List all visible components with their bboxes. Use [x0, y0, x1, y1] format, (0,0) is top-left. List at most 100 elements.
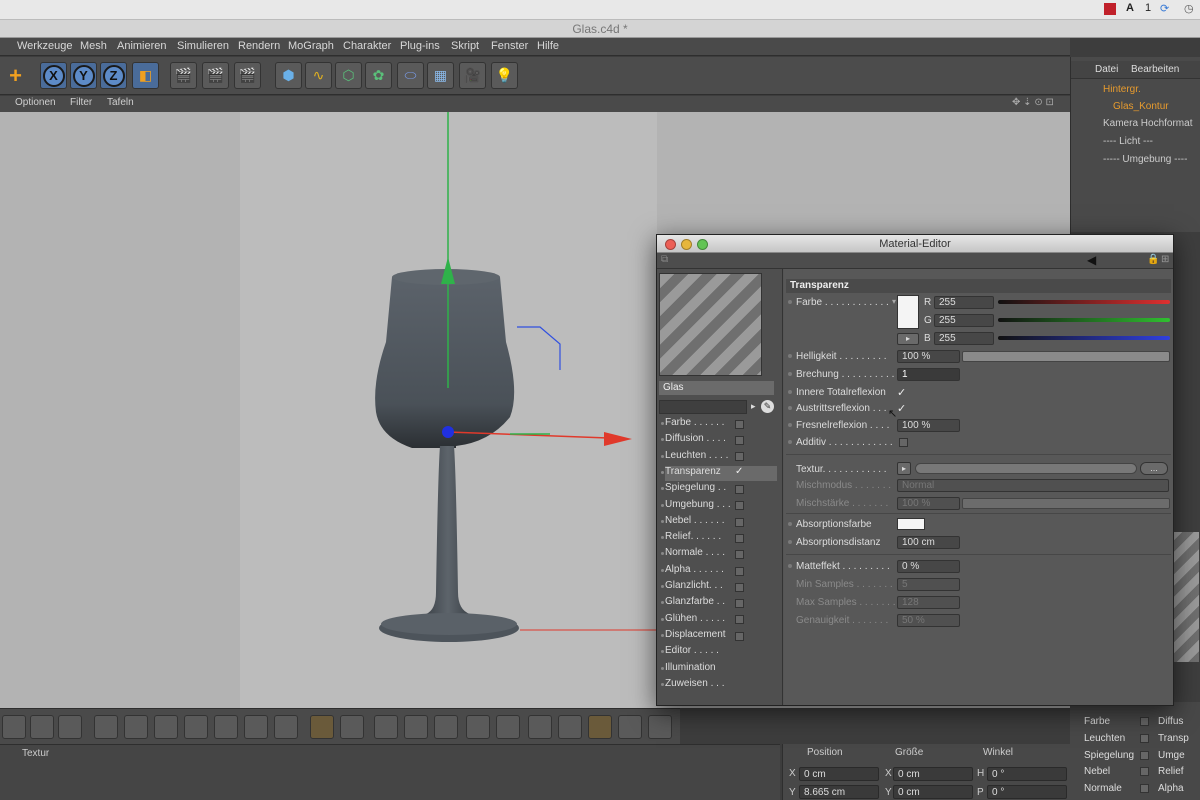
- size-y-field[interactable]: 0 cm: [893, 785, 973, 799]
- material-preview-thumbnail[interactable]: [1171, 532, 1199, 662]
- innere-totalreflexion-checkbox[interactable]: ✓: [897, 386, 906, 399]
- channel-item[interactable]: Illumination: [661, 662, 777, 677]
- position-x-field[interactable]: 0 cm: [799, 767, 879, 781]
- expand-arrow-icon[interactable]: ▾: [892, 297, 896, 306]
- position-y-field[interactable]: 8.665 cm: [799, 785, 879, 799]
- viewport-menu-tafeln[interactable]: Tafeln: [107, 97, 134, 108]
- channel-item[interactable]: Displacement: [661, 629, 777, 644]
- object-row[interactable]: Kamera Hochformat: [1071, 116, 1200, 133]
- minimize-icon[interactable]: [681, 239, 692, 250]
- channel-item[interactable]: Glanzfarbe . .: [661, 596, 777, 611]
- add-point-icon[interactable]: [404, 715, 428, 739]
- frame-icon[interactable]: [434, 715, 458, 739]
- attr-channel[interactable]: Relief: [1158, 766, 1184, 777]
- align-icon[interactable]: [374, 715, 398, 739]
- object-row[interactable]: ----- Umgebung ----: [1071, 152, 1200, 169]
- back-arrow-icon[interactable]: ◀: [1087, 253, 1096, 267]
- x-axis-lock-button[interactable]: X: [40, 62, 67, 89]
- nurbs-icon[interactable]: ⬡: [335, 62, 362, 89]
- textur-path-field[interactable]: [915, 463, 1137, 474]
- object-row[interactable]: ---- Licht ---: [1071, 134, 1200, 151]
- move-tool-icon[interactable]: +: [2, 62, 29, 89]
- g-field[interactable]: 255: [934, 314, 994, 327]
- spheres-icon[interactable]: [588, 715, 612, 739]
- helligkeit-field[interactable]: 100 %: [897, 350, 960, 363]
- object-row[interactable]: Glas_Kontur: [1071, 99, 1200, 116]
- pick-icon[interactable]: ✎: [761, 400, 774, 413]
- channel-item[interactable]: Diffusion . . . .: [661, 433, 777, 448]
- array-icon[interactable]: ✿: [365, 62, 392, 89]
- knife-icon[interactable]: [496, 715, 520, 739]
- material-name-input[interactable]: [659, 400, 747, 414]
- channel-item[interactable]: Relief. . . . . .: [661, 531, 777, 546]
- menu-charakter[interactable]: Charakter: [343, 40, 391, 52]
- attr-channel[interactable]: Diffus: [1158, 716, 1183, 727]
- expand-icon[interactable]: ⊞: [1161, 254, 1169, 265]
- attr-channel[interactable]: Leuchten: [1084, 733, 1125, 744]
- material-manager-tab-textur[interactable]: Textur: [22, 748, 49, 759]
- matteffekt-field[interactable]: 0 %: [897, 560, 960, 573]
- zoom-icon[interactable]: [697, 239, 708, 250]
- farbe-color-swatch[interactable]: [897, 295, 919, 329]
- channel-item[interactable]: Leuchten . . . .: [661, 450, 777, 465]
- channel-checkbox[interactable]: [735, 533, 744, 544]
- rotation-p-field[interactable]: 0 °: [987, 785, 1067, 799]
- brechung-field[interactable]: 1: [897, 368, 960, 381]
- texture-mode-icon[interactable]: [154, 715, 178, 739]
- channel-checkbox[interactable]: [735, 484, 744, 495]
- menu-simulieren[interactable]: Simulieren: [177, 40, 229, 52]
- menu-werkzeuge[interactable]: Werkzeuge: [17, 40, 72, 52]
- close-icon[interactable]: [665, 239, 676, 250]
- render-settings-icon[interactable]: 🎬: [234, 62, 261, 89]
- y-axis-lock-button[interactable]: Y: [70, 62, 97, 89]
- render-picture-viewer-icon[interactable]: 🎬: [202, 62, 229, 89]
- channel-item[interactable]: Spiegelung . .: [661, 482, 777, 497]
- attr-channel[interactable]: Alpha: [1158, 783, 1184, 794]
- menu-hilfe[interactable]: Hilfe: [537, 40, 559, 52]
- absorptionsfarbe-swatch[interactable]: [897, 518, 925, 530]
- textur-load-button[interactable]: ▸: [897, 462, 911, 475]
- lock-icon[interactable]: 🔒: [1147, 254, 1159, 265]
- channel-item[interactable]: Glühen . . . . .: [661, 613, 777, 628]
- object-row[interactable]: Hintergr.: [1071, 82, 1200, 99]
- menu-animieren[interactable]: Animieren: [117, 40, 167, 52]
- r-slider[interactable]: [998, 300, 1170, 304]
- snap-icon[interactable]: [244, 715, 268, 739]
- channel-checkbox[interactable]: [735, 435, 744, 446]
- r-field[interactable]: 255: [934, 296, 994, 309]
- channel-item[interactable]: Nebel . . . . . .: [661, 515, 777, 530]
- channel-checkbox[interactable]: [735, 549, 744, 560]
- min-samples-field[interactable]: 5: [897, 578, 960, 591]
- menu-plugins[interactable]: Plug-ins: [400, 40, 440, 52]
- attr-channel[interactable]: Farbe: [1084, 716, 1110, 727]
- panel-icon[interactable]: ⧉: [661, 254, 668, 265]
- attr-checkbox[interactable]: [1140, 766, 1149, 777]
- floor-icon[interactable]: ▦: [427, 62, 454, 89]
- genauigkeit-field[interactable]: 50 %: [897, 614, 960, 627]
- additiv-checkbox[interactable]: [899, 438, 908, 447]
- bridge-icon[interactable]: [466, 715, 490, 739]
- fresnelreflexion-field[interactable]: 100 %: [897, 419, 960, 432]
- bevel-icon[interactable]: [528, 715, 552, 739]
- attr-channel[interactable]: Nebel: [1084, 766, 1110, 777]
- material-name[interactable]: Glas: [659, 381, 774, 395]
- mischmodus-select[interactable]: Normal: [897, 479, 1169, 492]
- channel-checkbox[interactable]: [735, 452, 744, 463]
- channel-checkbox[interactable]: [735, 615, 744, 626]
- axis-mode-icon[interactable]: [184, 715, 208, 739]
- tweak-mode-icon[interactable]: [214, 715, 238, 739]
- attr-checkbox[interactable]: [1140, 750, 1149, 761]
- coordinate-system-icon[interactable]: ◧: [132, 62, 159, 89]
- magnet-icon[interactable]: [310, 715, 334, 739]
- viewport-nav-icons[interactable]: ✥ ⇣ ⊙ ⊡: [1012, 97, 1054, 108]
- channel-checkbox[interactable]: [735, 419, 744, 430]
- polygons-mode-icon[interactable]: [58, 715, 82, 739]
- channel-item[interactable]: Umgebung . . .: [661, 499, 777, 514]
- menu-fenster[interactable]: Fenster: [491, 40, 528, 52]
- b-field[interactable]: 255: [934, 332, 994, 345]
- attr-channel[interactable]: Umge: [1158, 750, 1185, 761]
- channel-checkbox[interactable]: [735, 582, 744, 593]
- color-picker-button[interactable]: ▸: [897, 333, 919, 345]
- object-mode-icon[interactable]: [124, 715, 148, 739]
- om-menu-datei[interactable]: Datei: [1095, 64, 1118, 75]
